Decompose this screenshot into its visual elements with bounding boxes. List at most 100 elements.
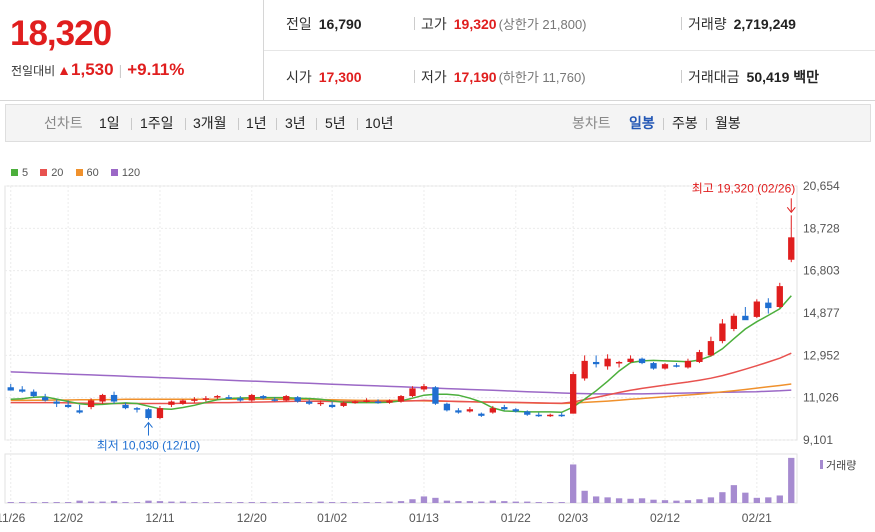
ma120-line bbox=[10, 371, 792, 395]
candle-body bbox=[501, 407, 508, 410]
candle-body bbox=[558, 414, 565, 417]
volume-bar bbox=[650, 499, 657, 503]
volume-bar bbox=[374, 502, 382, 503]
volume-bar bbox=[478, 501, 485, 503]
candlestick-chart: 20,654 18,728 16,803 14,877 12,952 11,026 9,10… bbox=[0, 179, 856, 525]
volume-bar bbox=[397, 501, 405, 503]
candle-body bbox=[719, 323, 726, 342]
volume-bar bbox=[592, 496, 600, 503]
x-tick-label: 02/03 bbox=[558, 511, 588, 525]
volume-bar bbox=[87, 501, 95, 503]
volume-bar bbox=[168, 501, 175, 503]
y-tick-label: 16,803 bbox=[803, 264, 840, 278]
volume-bar bbox=[306, 502, 313, 503]
candle-body bbox=[753, 301, 760, 317]
volume-bar bbox=[673, 500, 680, 503]
candle-body bbox=[214, 396, 221, 398]
candle-body bbox=[455, 410, 462, 413]
y-tick-label: 18,728 bbox=[803, 221, 840, 235]
volume-bar bbox=[283, 502, 290, 503]
candle-body bbox=[340, 402, 347, 406]
candle-body bbox=[742, 315, 749, 321]
volume-bar bbox=[661, 500, 669, 503]
volume-bar bbox=[133, 502, 141, 503]
candle-body bbox=[386, 400, 393, 403]
y-tick-label: 20,654 bbox=[803, 179, 840, 193]
volume-bar bbox=[386, 501, 393, 503]
candle-body bbox=[374, 401, 382, 404]
candle-body bbox=[248, 394, 255, 401]
candle-body bbox=[87, 400, 95, 408]
candle-body bbox=[547, 414, 554, 417]
volume-bar bbox=[214, 502, 221, 503]
candle-body bbox=[283, 396, 290, 401]
volume-bar bbox=[271, 502, 278, 503]
volume-bar bbox=[535, 502, 542, 503]
volume-legend-swatch bbox=[820, 460, 823, 469]
x-tick-label: 12/20 bbox=[237, 511, 267, 525]
volume-bar bbox=[455, 501, 462, 503]
volume-bar bbox=[638, 498, 646, 503]
volume-bar bbox=[420, 496, 428, 503]
volume-bar bbox=[558, 502, 565, 503]
candle-body bbox=[351, 401, 359, 404]
x-tick-label: 01/13 bbox=[409, 511, 439, 525]
volume-bar bbox=[615, 498, 623, 503]
volume-bar bbox=[627, 498, 634, 503]
volume-bar bbox=[110, 501, 118, 503]
volume-bar bbox=[248, 502, 255, 503]
volume-bar bbox=[19, 502, 26, 503]
volume-bar bbox=[776, 495, 783, 503]
volume-bar bbox=[696, 499, 703, 503]
volume-bar bbox=[753, 497, 760, 503]
volume-bar bbox=[7, 502, 14, 503]
candle-body bbox=[271, 399, 278, 401]
candle-body bbox=[535, 414, 542, 417]
candle-body bbox=[673, 365, 680, 367]
volume-bar bbox=[409, 499, 416, 503]
volume-bar bbox=[340, 502, 347, 503]
candle-body bbox=[294, 397, 301, 402]
x-tick-label: 02/21 bbox=[742, 511, 772, 525]
candle-body bbox=[19, 389, 26, 392]
y-tick-label: 14,877 bbox=[803, 306, 840, 320]
low-annotation: 최저 10,030 (12/10) bbox=[97, 439, 200, 453]
candle-body bbox=[260, 396, 267, 399]
candle-body bbox=[524, 411, 531, 415]
candle-body bbox=[432, 387, 439, 404]
volume-bar bbox=[294, 502, 301, 503]
candle-body bbox=[592, 361, 600, 365]
volume-bar bbox=[547, 502, 554, 503]
candle-body bbox=[684, 360, 692, 368]
x-tick-label: 11/26 bbox=[0, 511, 26, 525]
volume-bar bbox=[363, 502, 370, 503]
volume-bar bbox=[742, 492, 749, 503]
volume-bar bbox=[788, 457, 795, 503]
candle-body bbox=[64, 404, 72, 408]
candle-body bbox=[328, 404, 336, 408]
volume-bar bbox=[76, 500, 83, 503]
volume-bar bbox=[351, 502, 359, 503]
volume-bar bbox=[604, 497, 611, 503]
candle-body bbox=[53, 401, 60, 404]
candle-body bbox=[696, 352, 703, 362]
volume-bar bbox=[122, 502, 129, 503]
volume-bar bbox=[570, 464, 577, 503]
candle-body bbox=[99, 394, 106, 402]
volume-bar bbox=[765, 497, 772, 503]
candle-body bbox=[363, 400, 370, 402]
candle-body bbox=[237, 398, 244, 401]
volume-bar bbox=[719, 492, 726, 503]
candle-body bbox=[443, 403, 451, 411]
volume-bar bbox=[707, 497, 715, 503]
volume-bar bbox=[30, 502, 37, 503]
volume-bar bbox=[684, 500, 692, 503]
volume-bar bbox=[501, 501, 508, 503]
x-tick-label: 01/22 bbox=[501, 511, 531, 525]
candle-body bbox=[788, 237, 795, 260]
volume-panel-frame bbox=[4, 453, 798, 504]
candle-body bbox=[168, 401, 175, 405]
volume-bar bbox=[432, 497, 439, 503]
candle-body bbox=[661, 364, 669, 369]
high-annotation: 최고 19,320 (02/26) bbox=[692, 181, 795, 195]
